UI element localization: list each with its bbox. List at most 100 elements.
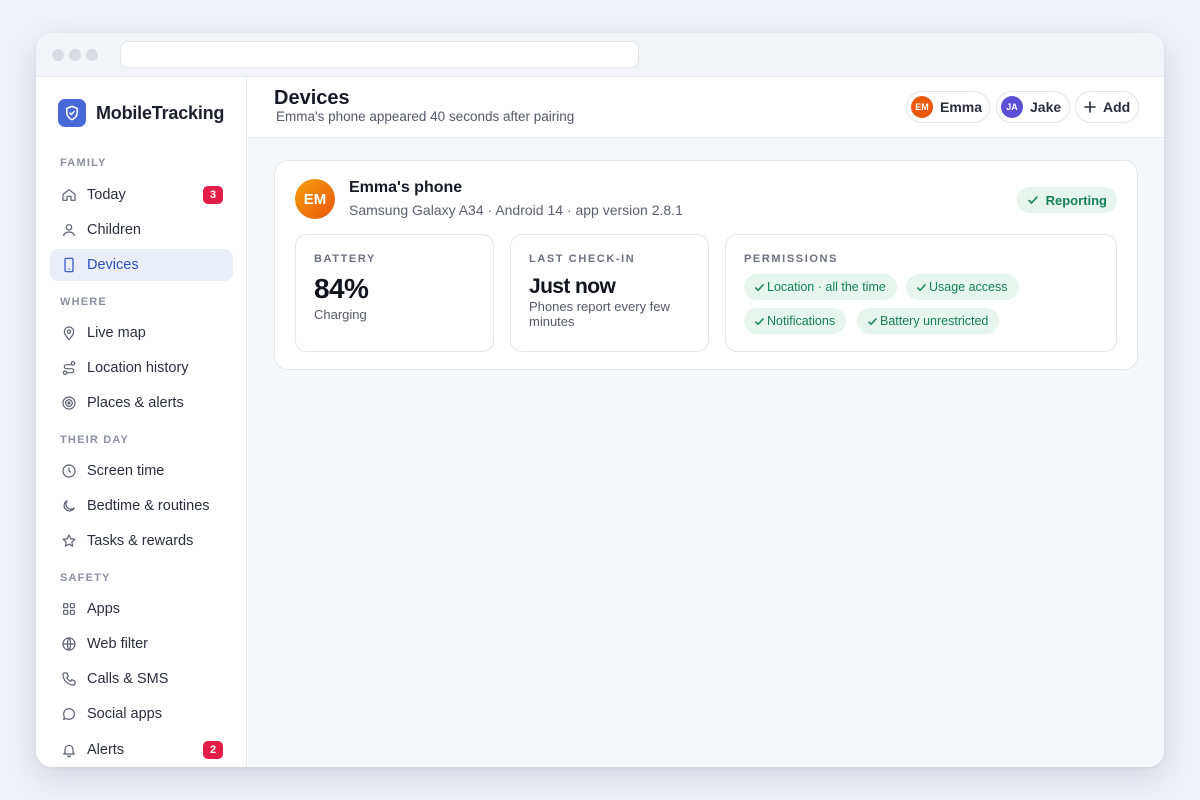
sidebar-item-screen-time[interactable]: Screen time bbox=[50, 455, 233, 487]
check-icon bbox=[754, 282, 765, 293]
today-count-badge: 3 bbox=[203, 186, 223, 204]
sidebar-item-places-alerts[interactable]: Places & alerts bbox=[50, 387, 233, 419]
window-minimize-dot[interactable] bbox=[69, 49, 81, 61]
sidebar-item-apps[interactable]: Apps bbox=[50, 593, 233, 625]
sidebar-item-label: Location history bbox=[87, 360, 189, 376]
sidebar-item-location-history[interactable]: Location history bbox=[50, 352, 233, 384]
sidebar-item-label: Apps bbox=[87, 601, 121, 617]
map-pin-icon bbox=[60, 324, 78, 342]
bell-icon bbox=[60, 741, 78, 759]
section-label-where: WHERE bbox=[60, 296, 107, 308]
sidebar-item-label: Alerts bbox=[87, 742, 125, 758]
check-icon bbox=[1027, 194, 1039, 206]
battery-panel: BATTERY 84% Charging bbox=[295, 234, 494, 352]
checkin-panel: LAST CHECK-IN Just now Phones report eve… bbox=[510, 234, 709, 352]
sidebar: MobileTracking FAMILY Today 3 Children D… bbox=[36, 77, 247, 767]
child-switch-emma[interactable]: EM Emma bbox=[906, 91, 990, 123]
address-bar[interactable] bbox=[120, 41, 639, 68]
permission-label: Battery unrestricted bbox=[880, 314, 989, 328]
sidebar-item-label: Web filter bbox=[87, 636, 148, 652]
child-name: Emma bbox=[940, 99, 983, 115]
sidebar-item-children[interactable]: Children bbox=[50, 214, 233, 246]
avatar: JA bbox=[1001, 96, 1023, 118]
window-close-dot[interactable] bbox=[52, 49, 64, 61]
sidebar-item-label: Live map bbox=[87, 325, 146, 341]
section-label-safety: SAFETY bbox=[60, 572, 111, 584]
check-icon bbox=[867, 316, 878, 327]
permission-label: Usage access bbox=[929, 280, 1008, 294]
sidebar-item-today[interactable]: Today 3 bbox=[50, 179, 233, 211]
check-icon bbox=[754, 316, 765, 327]
battery-note: Charging bbox=[314, 307, 367, 322]
checkin-note: Phones report every few minutes bbox=[529, 299, 670, 329]
phone-call-icon bbox=[60, 670, 78, 688]
permission-chip: Location · all the time bbox=[744, 274, 897, 300]
user-icon bbox=[60, 221, 78, 239]
sidebar-item-social-apps[interactable]: Social apps bbox=[50, 698, 233, 730]
sidebar-item-label: Bedtime & routines bbox=[87, 498, 210, 514]
status-badge: Reporting bbox=[1016, 187, 1117, 213]
permission-label: Notifications bbox=[767, 314, 836, 328]
moon-icon bbox=[60, 497, 78, 515]
star-icon bbox=[60, 532, 78, 550]
browser-window: MobileTracking FAMILY Today 3 Children D… bbox=[36, 33, 1164, 767]
battery-value: 84% bbox=[314, 273, 369, 304]
sidebar-item-label: Places & alerts bbox=[87, 395, 184, 411]
page-title: Devices bbox=[274, 87, 350, 109]
sidebar-item-label: Today bbox=[87, 187, 126, 203]
sidebar-item-label: Calls & SMS bbox=[87, 671, 169, 687]
battery-label: BATTERY bbox=[314, 253, 376, 265]
sidebar-item-tasks-rewards[interactable]: Tasks & rewards bbox=[50, 525, 233, 557]
sidebar-item-bedtime-routines[interactable]: Bedtime & routines bbox=[50, 490, 233, 522]
grid-icon bbox=[60, 600, 78, 618]
device-card: EM Emma's phone Samsung Galaxy A34 · And… bbox=[274, 160, 1138, 370]
permission-label: Location · all the time bbox=[767, 280, 886, 294]
target-icon bbox=[60, 394, 78, 412]
add-child-button[interactable]: Add bbox=[1075, 91, 1139, 123]
sidebar-item-live-map[interactable]: Live map bbox=[50, 317, 233, 349]
app-name: MobileTracking bbox=[96, 102, 225, 123]
device-name: Emma's phone bbox=[349, 179, 463, 196]
permission-chip: Usage access bbox=[906, 274, 1019, 300]
permissions-panel: PERMISSIONS Location · all the time Usag… bbox=[725, 234, 1117, 352]
sidebar-item-devices[interactable]: Devices bbox=[50, 249, 233, 281]
child-name: Jake bbox=[1030, 99, 1062, 115]
chat-bubble-icon bbox=[60, 705, 78, 723]
window-maximize-dot[interactable] bbox=[86, 49, 98, 61]
title-bar bbox=[36, 33, 1164, 77]
status-text: Reporting bbox=[1045, 192, 1107, 208]
section-label-family: FAMILY bbox=[60, 157, 107, 169]
page-header: Devices Emma's phone appeared 40 seconds… bbox=[248, 77, 1164, 138]
child-switch-jake[interactable]: JA Jake bbox=[996, 91, 1070, 123]
globe-icon bbox=[60, 635, 78, 653]
permission-chip: Battery unrestricted bbox=[857, 308, 1000, 334]
device-meta: Samsung Galaxy A34 · Android 14 · app ve… bbox=[349, 202, 683, 218]
page-subtitle: Emma's phone appeared 40 seconds after p… bbox=[276, 109, 575, 124]
permission-chip: Notifications bbox=[744, 308, 847, 334]
clock-icon bbox=[60, 462, 78, 480]
sidebar-item-label: Social apps bbox=[87, 706, 162, 722]
sidebar-item-alerts[interactable]: Alerts 2 bbox=[50, 734, 233, 766]
sidebar-item-label: Devices bbox=[87, 257, 139, 273]
plus-icon bbox=[1084, 101, 1096, 113]
shield-logo-icon bbox=[58, 99, 86, 127]
home-icon bbox=[60, 186, 78, 204]
permissions-label: PERMISSIONS bbox=[744, 253, 839, 265]
device-avatar: EM bbox=[295, 179, 335, 219]
phone-icon bbox=[60, 256, 78, 274]
sidebar-item-label: Screen time bbox=[87, 463, 165, 479]
sidebar-item-label: Children bbox=[87, 222, 141, 238]
brand[interactable]: MobileTracking bbox=[58, 99, 224, 127]
check-icon bbox=[916, 282, 927, 293]
sidebar-item-web-filter[interactable]: Web filter bbox=[50, 628, 233, 660]
section-label-their-day: THEIR DAY bbox=[60, 434, 130, 446]
add-label: Add bbox=[1103, 99, 1131, 115]
alerts-count-badge: 2 bbox=[203, 741, 223, 759]
avatar: EM bbox=[911, 96, 933, 118]
checkin-value: Just now bbox=[529, 275, 616, 298]
sidebar-item-label: Tasks & rewards bbox=[87, 533, 194, 549]
route-icon bbox=[60, 359, 78, 377]
sidebar-item-calls-sms[interactable]: Calls & SMS bbox=[50, 663, 233, 695]
main-content: Devices Emma's phone appeared 40 seconds… bbox=[248, 77, 1164, 767]
checkin-label: LAST CHECK-IN bbox=[529, 253, 636, 265]
